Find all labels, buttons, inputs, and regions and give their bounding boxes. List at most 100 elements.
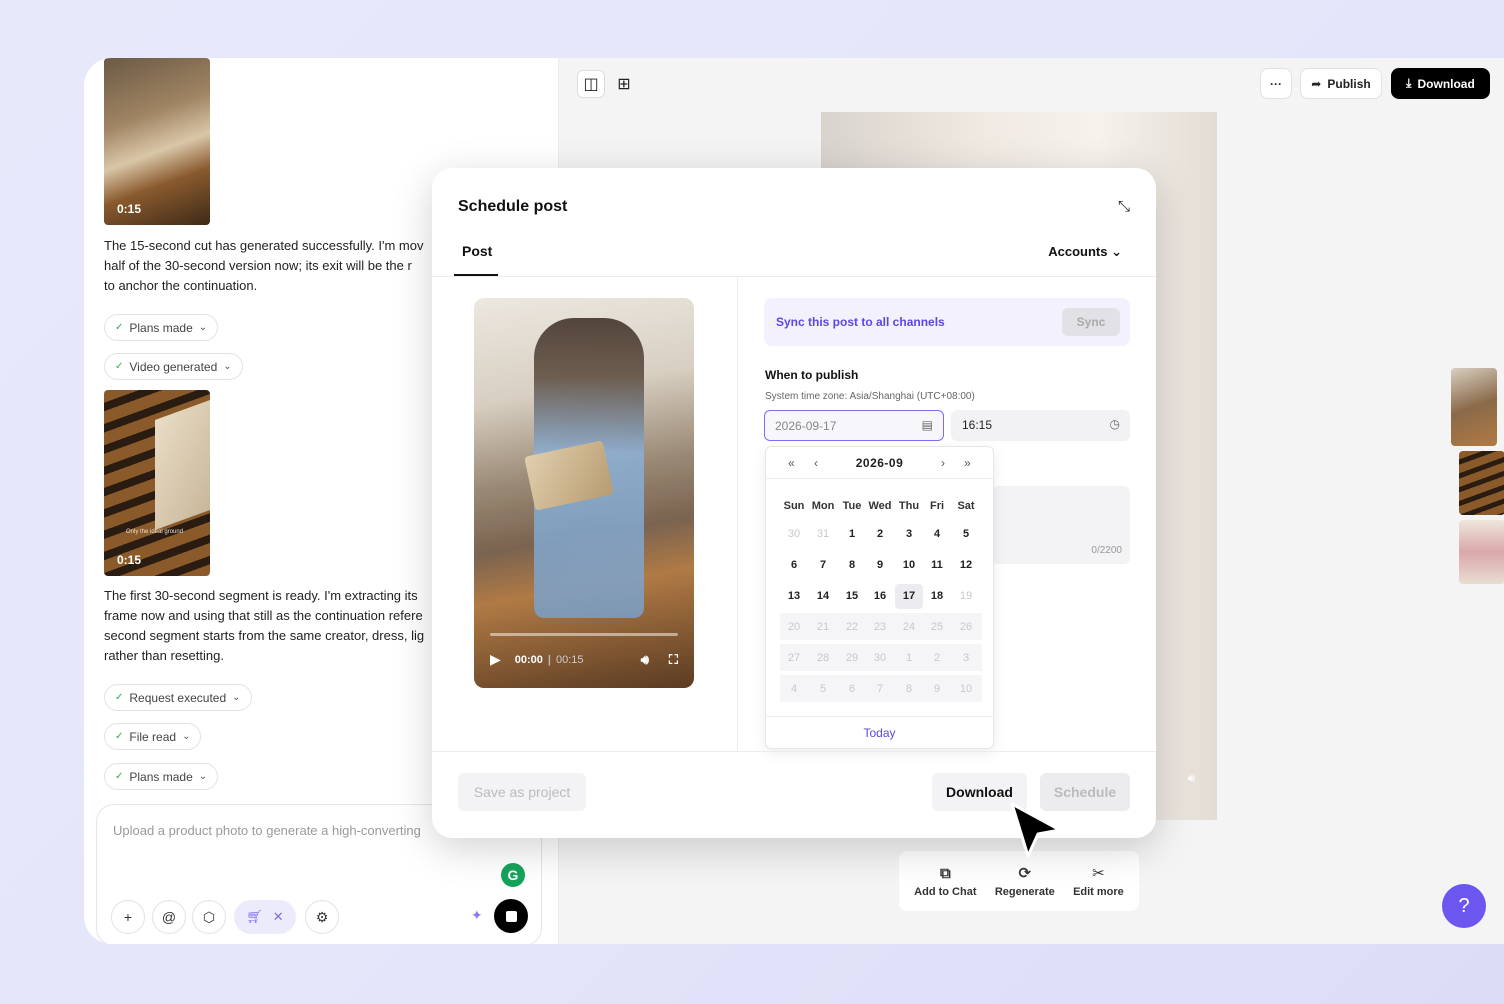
fullscreen-icon[interactable]: ⛶ (669, 652, 678, 668)
calendar-day: 2 (933, 652, 941, 664)
clock-icon[interactable]: ◷ (1110, 417, 1120, 431)
calendar-day[interactable]: 14 (809, 584, 837, 609)
calendar-day[interactable]: 10 (895, 553, 923, 578)
question-icon: ? (1458, 894, 1470, 917)
more-button[interactable]: ··· (1260, 68, 1292, 99)
sync-button[interactable]: Sync (1062, 308, 1120, 336)
calendar-day[interactable]: 11 (923, 553, 951, 578)
video-caption: Only the ideal ground (126, 529, 184, 535)
play-icon[interactable]: ▶ (490, 651, 501, 668)
accounts-dropdown[interactable]: Accounts ⌄ (1048, 244, 1122, 260)
calendar-day: 19 (959, 590, 973, 602)
sliders-icon: ⚙ (315, 908, 329, 925)
time-value: 16:15 (962, 418, 993, 432)
timezone-label: System time zone: Asia/Shanghai (UTC+08:… (765, 391, 975, 402)
calendar-day: 27 (787, 652, 801, 664)
refresh-icon: ⟳ (1018, 865, 1032, 882)
volume-icon[interactable]: 🔊︎ (641, 652, 649, 668)
calendar-header: « ‹ 2026-09 › » (766, 447, 993, 479)
more-label: ··· (1270, 76, 1282, 91)
calendar-day: 22 (845, 621, 859, 633)
today-button[interactable]: Today (766, 716, 993, 748)
add-attachment-button[interactable]: + (111, 900, 145, 934)
calendar-day: 3 (962, 652, 970, 664)
calendar-day[interactable]: 18 (923, 584, 951, 609)
regenerate-label: Regenerate (994, 886, 1055, 898)
close-icon[interactable]: ✕ (273, 909, 284, 925)
check-icon: ✓ (115, 692, 124, 703)
calendar-day[interactable]: 5 (952, 522, 980, 547)
calendar-day[interactable]: 15 (838, 584, 866, 609)
chevron-down-icon: ⌄ (198, 322, 208, 333)
help-button[interactable]: ? (1442, 884, 1486, 928)
date-value: 2026-09-17 (775, 419, 837, 433)
status-chip-file-read[interactable]: ✓ File read ⌄ (104, 723, 202, 750)
calendar-day[interactable]: 6 (780, 553, 808, 578)
download-label: Download (1417, 76, 1475, 91)
stop-generation-button[interactable] (494, 899, 528, 933)
calendar-day[interactable]: 4 (923, 522, 951, 547)
status-chip-plans-made[interactable]: ✓ Plans made ⌄ (104, 314, 219, 341)
calendar-day[interactable]: 12 (952, 553, 980, 578)
cube-icon: ⬡ (202, 908, 216, 925)
edit-more-label: Edit more (1073, 886, 1124, 898)
save-as-project-button[interactable]: Save as project (458, 773, 586, 811)
scene-thumbnail-3[interactable] (1459, 520, 1504, 584)
scene-thumbnail-2[interactable] (1459, 451, 1504, 515)
shop-mode-chip[interactable]: 🛒︎ ✕ (234, 900, 296, 934)
calendar-day[interactable]: 2 (866, 522, 894, 547)
date-input[interactable]: 2026-09-17 ▤ (764, 410, 944, 441)
cart-icon: 🛒︎ (246, 909, 263, 924)
weekday-label: Mon (811, 500, 835, 512)
mention-button[interactable]: @ (152, 900, 186, 934)
caption-textarea[interactable]: 0/2200 (992, 486, 1130, 564)
chevron-down-icon: ⌄ (1111, 244, 1122, 259)
scene-thumbnail-1[interactable] (1451, 368, 1497, 446)
calendar-day[interactable]: 1 (838, 522, 866, 547)
video-total-time: 00:15 (556, 653, 584, 666)
status-chip-video-generated[interactable]: ✓ Video generated ⌄ (104, 353, 243, 380)
calendar-day: 24 (902, 621, 916, 633)
status-chip-plans-made-2[interactable]: ✓ Plans made ⌄ (104, 763, 219, 790)
next-month-icon[interactable]: › (941, 456, 945, 470)
mouse-pointer-icon (1010, 802, 1062, 858)
collapse-icon[interactable]: ⤡ (1118, 198, 1130, 215)
calendar-day[interactable]: 8 (838, 553, 866, 578)
download-button[interactable]: ⤓ Download (1391, 68, 1490, 99)
publish-button[interactable]: ➦ Publish (1300, 68, 1382, 99)
modal-video-player[interactable]: ▶ 00:00 | 00:15 🔊︎ ⛶ (474, 298, 694, 688)
tab-post[interactable]: Post (462, 243, 492, 259)
video-duration: 0:15 (117, 202, 142, 216)
calendar-day: 6 (848, 683, 856, 695)
calendar-day[interactable]: 7 (809, 553, 837, 578)
video-progress-bar[interactable] (490, 633, 678, 636)
calendar-day[interactable]: 16 (866, 584, 894, 609)
settings-button[interactable]: ⚙ (305, 900, 339, 934)
next-year-icon[interactable]: » (964, 456, 971, 470)
calendar-day[interactable]: 17 (895, 584, 923, 609)
status-chip-request-executed[interactable]: ✓ Request executed ⌄ (104, 684, 252, 711)
volume-icon[interactable]: 🔊︎ (1187, 771, 1195, 786)
publish-label: Publish (1327, 76, 1371, 91)
scissors-icon: ✂ (1092, 865, 1105, 882)
sparkle-icon[interactable]: ✦ (471, 907, 483, 924)
single-view-icon[interactable]: ◫ (577, 70, 605, 98)
grammarly-icon[interactable]: G (501, 863, 525, 887)
calendar-icon[interactable]: ▤ (922, 418, 933, 432)
edit-more-button[interactable]: ✂ Edit more (1073, 864, 1124, 898)
weekday-label: Thu (898, 500, 920, 512)
calendar-day: 28 (816, 652, 830, 664)
share-icon: ➦ (1311, 76, 1322, 91)
calendar-day[interactable]: 13 (780, 584, 808, 609)
calendar-day[interactable]: 9 (866, 553, 894, 578)
add-to-chat-button[interactable]: ⧉ Add to Chat (914, 865, 976, 898)
time-input[interactable]: 16:15 ◷ (951, 410, 1130, 441)
composer-placeholder[interactable]: Upload a product photo to generate a hig… (113, 823, 421, 838)
grid-view-icon[interactable]: ⊞ (610, 70, 638, 98)
calendar-day[interactable]: 3 (895, 522, 923, 547)
product-button[interactable]: ⬡ (192, 900, 226, 934)
calendar-day: 30 (873, 652, 887, 664)
regenerate-button[interactable]: ⟳ Regenerate (995, 864, 1055, 898)
video-thumbnail-1[interactable]: 0:15 (104, 58, 210, 225)
video-thumbnail-2[interactable]: Only the ideal ground 0:15 (104, 390, 210, 576)
